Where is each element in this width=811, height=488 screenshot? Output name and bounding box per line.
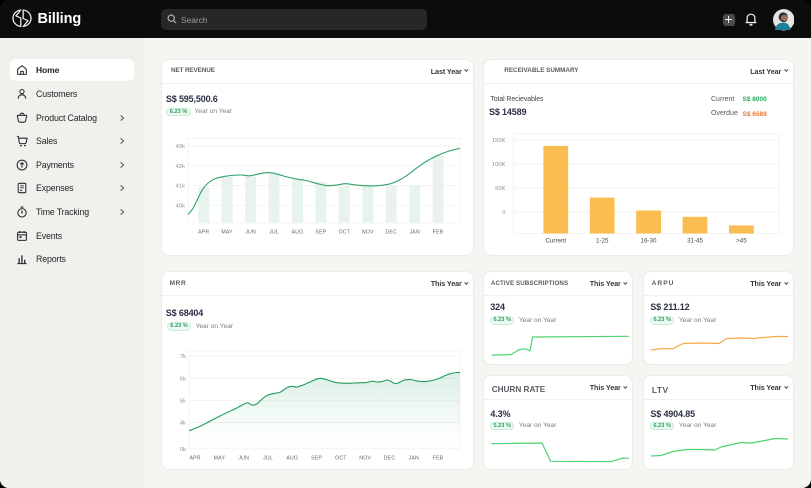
svg-text:41k: 41k [175,183,184,189]
svg-text:>45: >45 [736,237,747,244]
svg-text:JUL: JUL [269,229,279,235]
svg-text:0k: 0k [179,447,185,453]
svg-text:DEC: DEC [383,456,395,462]
svg-text:AUG: AUG [291,229,303,235]
svg-text:MAY: MAY [221,229,233,235]
svg-text:4k: 4k [179,421,185,427]
svg-text:31-45: 31-45 [687,237,703,244]
svg-text:JAN: JAN [408,456,418,462]
svg-text:APR: APR [189,456,200,462]
svg-text:6k: 6k [179,377,185,383]
svg-text:OCT: OCT [338,229,350,235]
svg-text:Current: Current [545,237,566,244]
svg-text:MAY: MAY [213,456,225,462]
svg-text:42k: 42k [175,163,184,169]
svg-text:DEC: DEC [385,229,397,235]
svg-text:NOV: NOV [361,229,373,235]
svg-text:7k: 7k [179,354,185,360]
svg-text:SEP: SEP [311,456,322,462]
svg-text:SEP: SEP [315,229,326,235]
svg-text:43k: 43k [175,144,184,150]
svg-text:150K: 150K [492,138,506,144]
svg-text:OCT: OCT [335,456,347,462]
svg-text:JUN: JUN [245,229,256,235]
svg-text:FEB: FEB [432,229,443,235]
svg-text:AUG: AUG [286,456,298,462]
svg-text:16-30: 16-30 [641,237,657,244]
svg-text:40k: 40k [175,203,184,209]
svg-text:1-25: 1-25 [596,237,609,244]
svg-text:FEB: FEB [432,456,443,462]
svg-text:50K: 50K [495,186,505,192]
svg-text:100K: 100K [492,162,506,168]
svg-text:5k: 5k [179,399,185,405]
svg-text:JUL: JUL [263,456,273,462]
svg-text:JAN: JAN [409,229,419,235]
svg-text:APR: APR [198,229,209,235]
svg-text:NOV: NOV [359,456,371,462]
svg-text:JUN: JUN [238,456,249,462]
svg-text:0: 0 [502,210,505,216]
